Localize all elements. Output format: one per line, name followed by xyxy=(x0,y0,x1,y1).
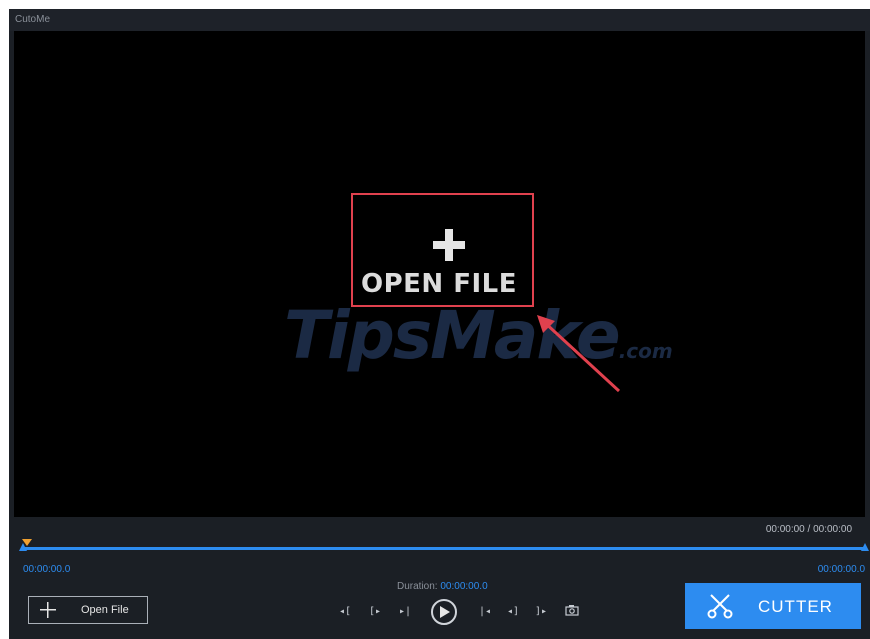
open-file-button-label: Open File xyxy=(81,604,129,616)
duration-display: Duration: 00:00:00.0 xyxy=(397,581,488,592)
annotation-highlight-box xyxy=(351,193,534,307)
set-start-button[interactable]: ◂[ xyxy=(339,606,351,617)
duration-label: Duration: xyxy=(397,581,438,592)
previous-frame-button[interactable]: ▸| xyxy=(399,606,411,617)
duration-value: 00:00:00.0 xyxy=(440,581,488,592)
trim-end-handle[interactable] xyxy=(861,543,869,551)
playhead-marker[interactable] xyxy=(22,539,32,546)
trim-start-time: 00:00:00.0 xyxy=(23,564,71,575)
set-end-button[interactable]: ]▸ xyxy=(535,606,547,617)
plus-icon xyxy=(40,602,56,618)
play-button[interactable] xyxy=(431,599,457,625)
go-to-start-button[interactable]: [▸ xyxy=(369,606,381,617)
time-counter: 00:00:00 / 00:00:00 xyxy=(765,524,852,535)
open-file-button[interactable]: Open File xyxy=(28,596,148,624)
playback-controls: ◂[ [▸ ▸| |◂ ◂] ]▸ xyxy=(339,599,589,629)
cutome-window: CutoMe TipsMake.com OPEN FILE 00:00:00 /… xyxy=(9,9,870,639)
scissors-icon xyxy=(707,594,733,619)
annotation-arrow-icon xyxy=(537,315,621,393)
cutter-button[interactable]: CUTTER xyxy=(685,583,861,629)
play-icon xyxy=(440,606,450,618)
trim-end-time: 00:00:00.0 xyxy=(817,564,865,575)
go-to-end-button[interactable]: ◂] xyxy=(507,606,519,617)
camera-icon[interactable] xyxy=(565,604,579,616)
window-title: CutoMe xyxy=(9,9,870,31)
timeline-track[interactable] xyxy=(22,547,865,550)
cutter-button-label: CUTTER xyxy=(758,597,833,616)
next-frame-button[interactable]: |◂ xyxy=(479,606,491,617)
